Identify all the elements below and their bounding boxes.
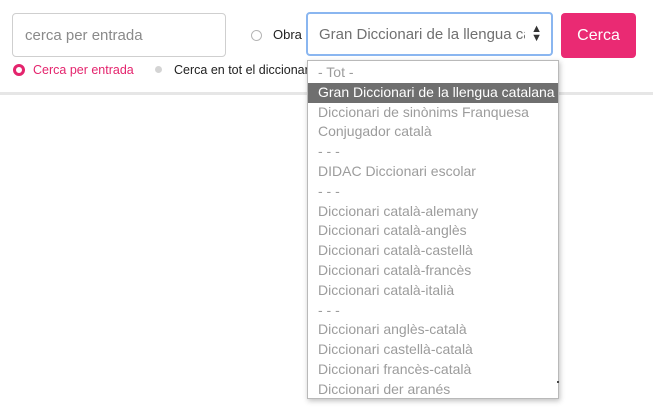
dropdown-option[interactable]: - - - [308, 182, 558, 202]
obra-radio[interactable] [251, 30, 262, 41]
dropdown-option[interactable]: - - - [308, 142, 558, 162]
radio-cerca-en-tot[interactable] [155, 66, 162, 73]
dropdown-option[interactable]: Diccionari català-italià [308, 281, 558, 301]
radio-cerca-per-entrada-label[interactable]: Cerca per entrada [33, 63, 134, 77]
dropdown-option[interactable]: DIDAC Diccionari escolar [308, 162, 558, 182]
dropdown-option[interactable]: Diccionari der aranés [308, 380, 558, 398]
dropdown-option[interactable]: Diccionari francès-català [308, 360, 558, 380]
obra-select-value: Gran Diccionari de la llengua catalana [319, 26, 525, 43]
dropdown-option[interactable]: Diccionari castellà-català [308, 340, 558, 360]
obra-select[interactable]: Gran Diccionari de la llengua catalana ▲… [306, 12, 553, 56]
dropdown-option[interactable]: Diccionari català-castellà [308, 241, 558, 261]
dropdown-option[interactable]: Diccionari català-alemany [308, 202, 558, 222]
sort-caret-icon: ▲ ▼ [531, 23, 542, 44]
cursor-dot [557, 381, 559, 383]
radio-cerca-per-entrada[interactable] [13, 64, 25, 76]
search-input[interactable] [12, 13, 226, 57]
dropdown-option[interactable]: - - - [308, 301, 558, 321]
dropdown-option[interactable]: Gran Diccionari de la llengua catalana [308, 82, 558, 103]
dropdown-option[interactable]: Conjugador català [308, 122, 558, 142]
obra-dropdown-list[interactable]: - Tot - Gran Diccionari de la llengua cat… [307, 60, 559, 399]
dropdown-option[interactable]: - Tot - [308, 63, 558, 83]
dropdown-option[interactable]: Diccionari català-francès [308, 261, 558, 281]
cerca-button[interactable]: Cerca [561, 13, 636, 58]
page: Obra Gran Diccionari de la llengua catal… [0, 0, 653, 412]
radio-cerca-en-tot-label[interactable]: Cerca en tot el diccionari [174, 63, 307, 77]
dropdown-option[interactable]: Diccionari anglès-català [308, 320, 558, 340]
dropdown-option[interactable]: Diccionari de sinònims Franquesa [308, 103, 558, 123]
obra-label: Obra [273, 27, 302, 42]
dropdown-option[interactable]: Diccionari català-anglès [308, 221, 558, 241]
